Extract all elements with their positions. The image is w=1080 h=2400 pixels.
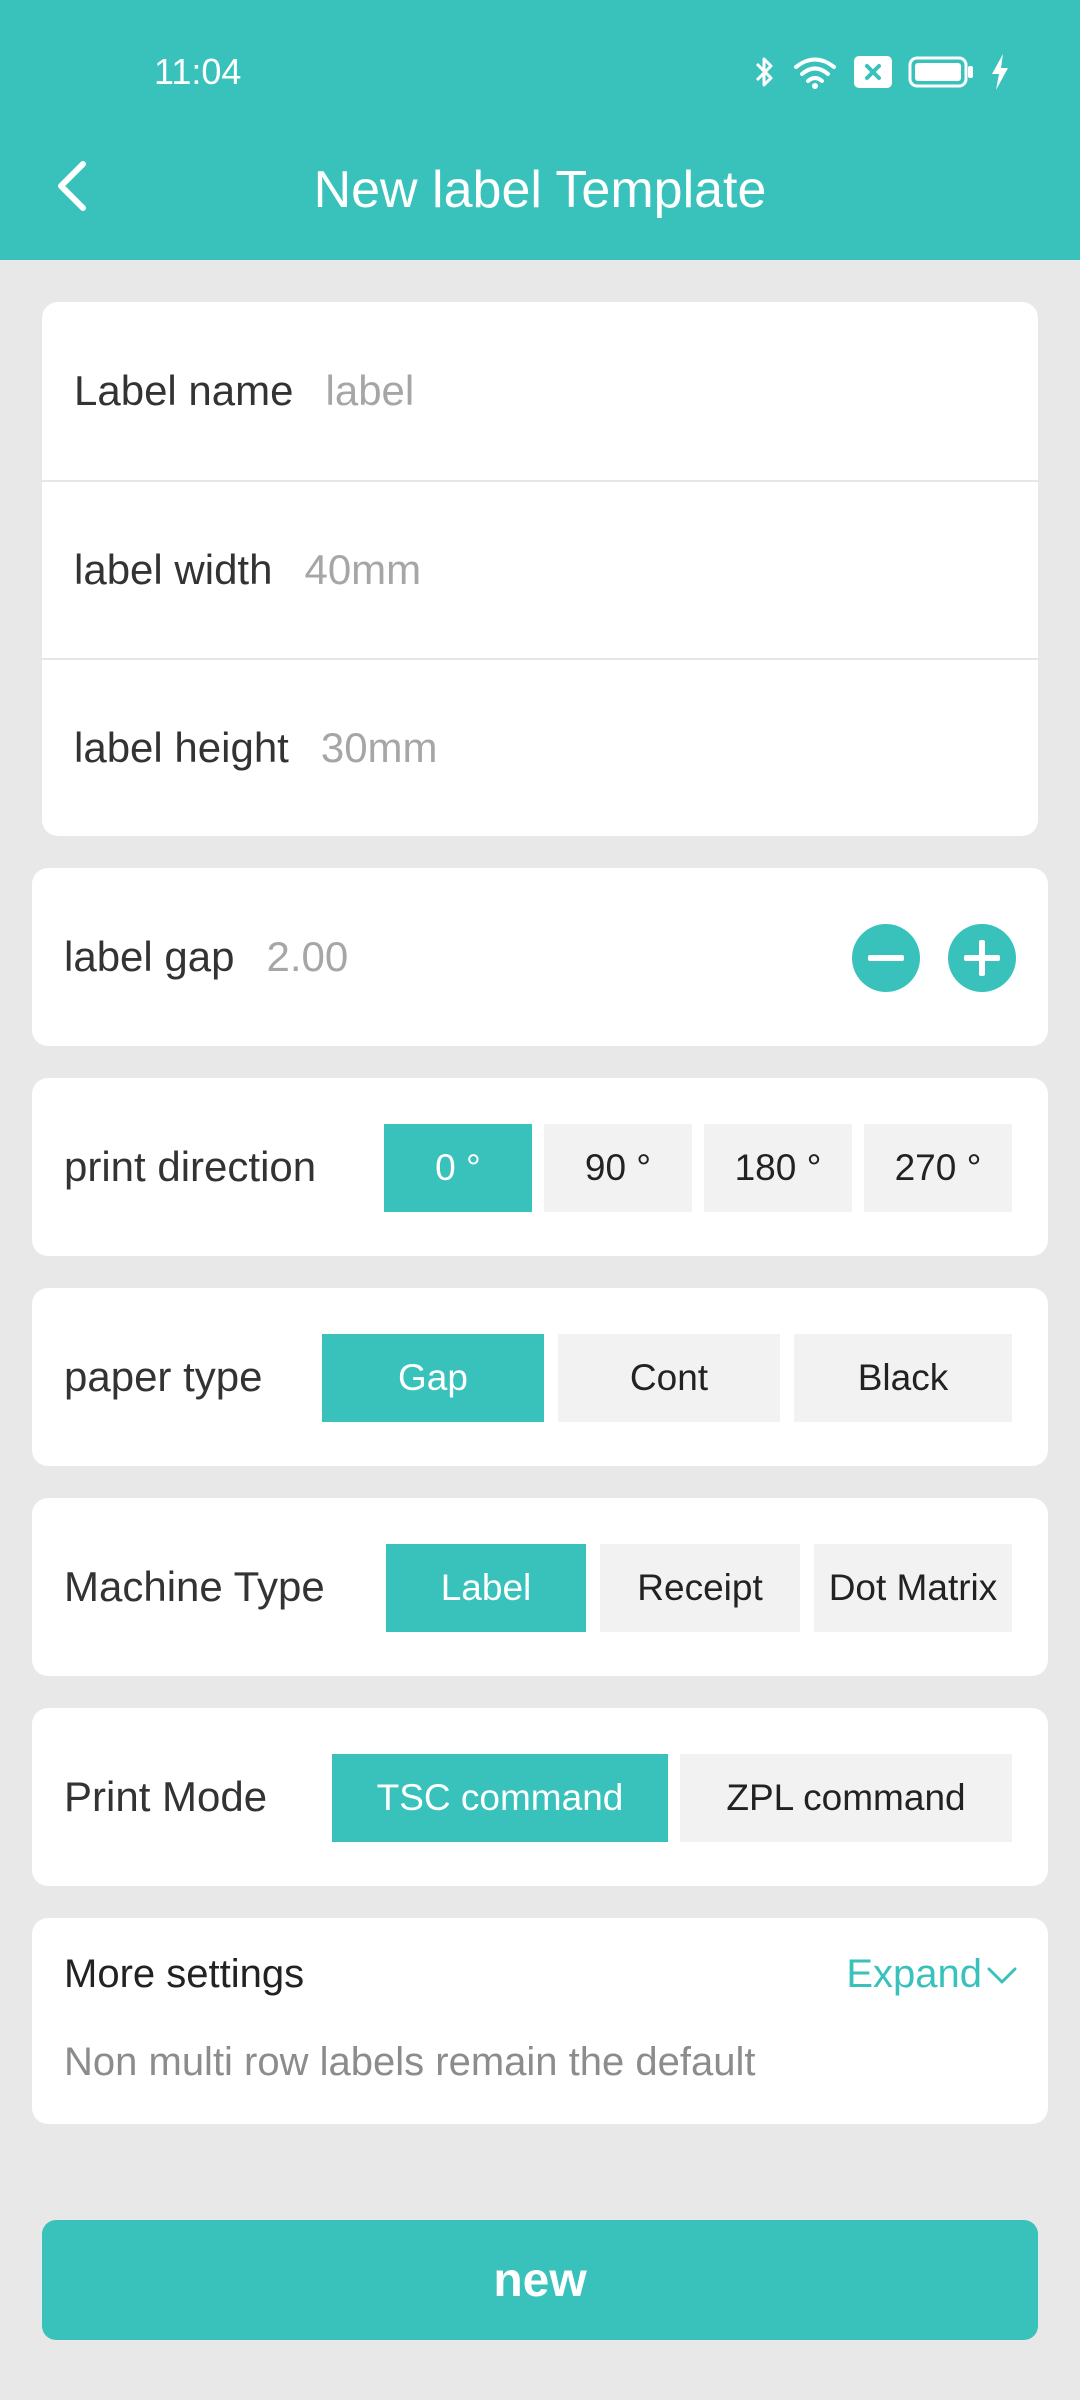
sim-off-icon	[854, 56, 892, 88]
label-width-input[interactable]: 40mm	[304, 546, 421, 594]
increase-gap-button[interactable]	[948, 924, 1016, 992]
print-direction-label: print direction	[64, 1143, 317, 1190]
expand-label: Expand	[846, 1952, 982, 1996]
label-gap-card: label gap 2.00	[32, 868, 1048, 1046]
app-header: 11:04 New label Template	[0, 0, 1080, 260]
direction-option-270[interactable]: 270 °	[864, 1124, 1012, 1212]
paper-option-cont[interactable]: Cont	[558, 1334, 780, 1422]
print-mode-card: Print Mode TSC command ZPL command	[32, 1708, 1048, 1886]
label-height-input[interactable]: 30mm	[321, 724, 438, 772]
machine-option-receipt[interactable]: Receipt	[600, 1544, 800, 1632]
expand-toggle[interactable]: Expand	[846, 1952, 1018, 1997]
status-time: 11:04	[154, 51, 242, 92]
more-settings-card: More settings Expand Non multi row label…	[32, 1918, 1048, 2124]
paper-type-label: paper type	[64, 1353, 263, 1400]
label-width-label: label width	[74, 546, 273, 593]
print-mode-label: Print Mode	[64, 1773, 268, 1820]
machine-type-label: Machine Type	[64, 1563, 325, 1610]
machine-option-dot-matrix[interactable]: Dot Matrix	[814, 1544, 1012, 1632]
label-height-label: label height	[74, 724, 289, 771]
chevron-down-icon	[986, 1952, 1018, 1997]
label-name-input[interactable]: label	[326, 367, 415, 415]
more-settings-description: Non multi row labels remain the default	[64, 2040, 756, 2084]
paper-option-black[interactable]: Black	[794, 1334, 1012, 1422]
label-name-row[interactable]: Label name label	[42, 302, 1038, 480]
mode-option-tsc[interactable]: TSC command	[332, 1754, 668, 1842]
print-direction-card: print direction 0 ° 90 ° 180 ° 270 °	[32, 1078, 1048, 1256]
paper-type-card: paper type Gap Cont Black	[32, 1288, 1048, 1466]
label-height-row[interactable]: label height 30mm	[42, 660, 1038, 836]
wifi-icon	[792, 54, 838, 90]
charging-icon	[990, 54, 1010, 90]
new-button[interactable]: new	[42, 2220, 1038, 2340]
decrease-gap-button[interactable]	[852, 924, 920, 992]
bluetooth-icon	[754, 54, 776, 90]
label-gap-label: label gap	[64, 933, 235, 980]
more-settings-title: More settings	[64, 1952, 305, 1996]
direction-option-0[interactable]: 0 °	[384, 1124, 532, 1212]
label-gap-input[interactable]: 2.00	[266, 933, 348, 981]
battery-icon	[908, 56, 974, 88]
mode-option-zpl[interactable]: ZPL command	[680, 1754, 1012, 1842]
direction-option-180[interactable]: 180 °	[704, 1124, 852, 1212]
paper-option-gap[interactable]: Gap	[322, 1334, 544, 1422]
machine-type-card: Machine Type Label Receipt Dot Matrix	[32, 1498, 1048, 1676]
direction-option-90[interactable]: 90 °	[544, 1124, 692, 1212]
label-name-label: Label name	[74, 367, 294, 414]
status-icons	[754, 50, 1010, 94]
label-info-card: Label name label label width 40mm label …	[42, 302, 1038, 836]
label-width-row[interactable]: label width 40mm	[42, 482, 1038, 658]
machine-option-label[interactable]: Label	[386, 1544, 586, 1632]
page-title: New label Template	[313, 161, 767, 219]
